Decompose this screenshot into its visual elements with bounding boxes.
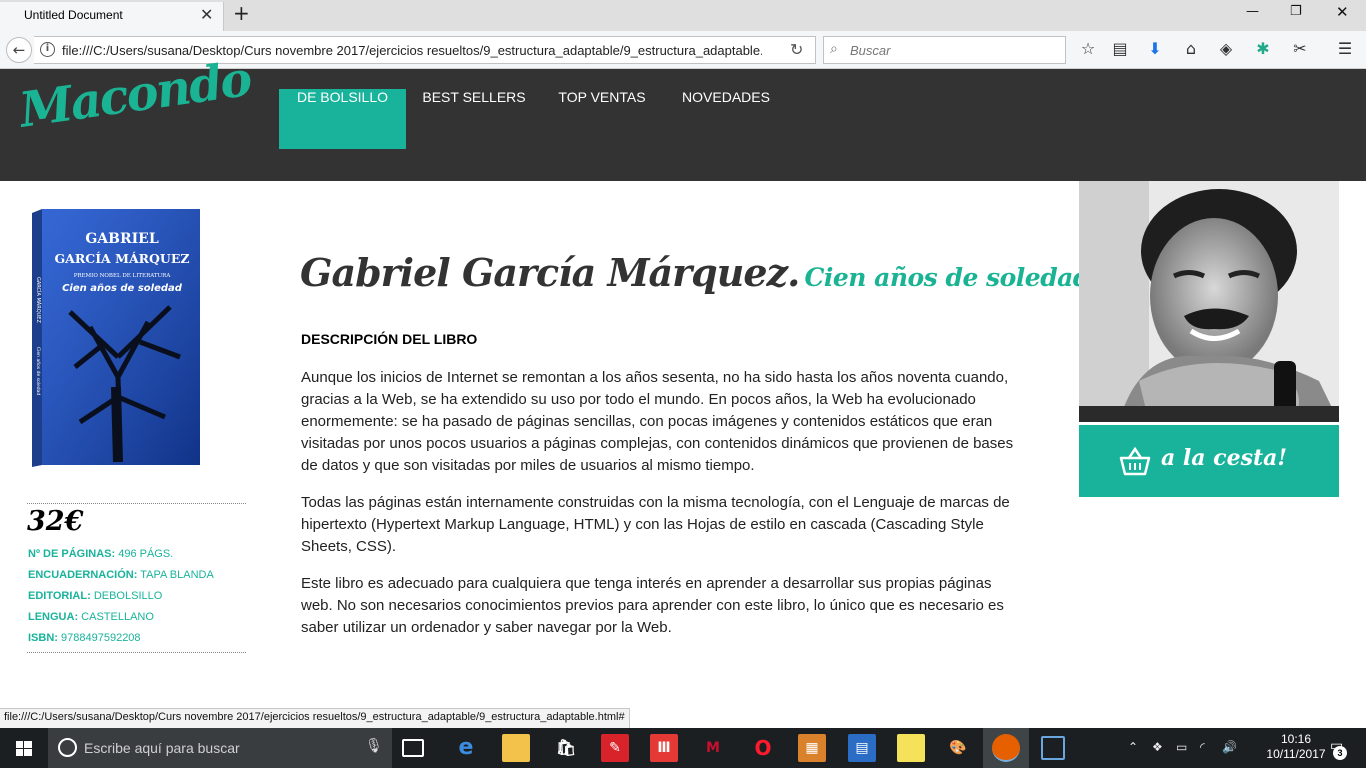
spec-binding-value: TAPA BLANDA: [140, 569, 214, 581]
show-hidden-icons[interactable]: ⌃: [1128, 740, 1138, 754]
app-icon-bars[interactable]: Ⅲ: [650, 734, 678, 762]
add-to-cart-button[interactable]: a la cesta!: [1079, 425, 1339, 497]
add-to-cart-label: a la cesta!: [1161, 445, 1288, 471]
spec-isbn: ISBN: 9788497592208: [28, 632, 141, 644]
notification-badge: 3: [1333, 746, 1347, 760]
basket-icon: [1119, 446, 1151, 476]
browser-tab[interactable]: Untitled Document ✕: [0, 2, 224, 31]
nav-item-best-sellers[interactable]: BEST SELLERS: [412, 89, 536, 149]
wifi-icon[interactable]: ◜: [1200, 740, 1205, 754]
author-photo: [1079, 181, 1339, 422]
price-divider-top: [27, 503, 246, 504]
document-app-icon[interactable]: ▦: [798, 734, 826, 762]
cover-author-line1: GABRIEL: [85, 231, 159, 247]
store-icon[interactable]: 🛍: [552, 734, 580, 762]
spec-pages: Nº DE PÁGINAS: 496 PÁGS.: [28, 548, 173, 560]
mcafee-icon[interactable]: M: [699, 734, 727, 762]
heading-author: Gabriel García Márquez.: [300, 250, 800, 295]
clock-time: 10:16: [1280, 732, 1312, 746]
nav-item-top-ventas[interactable]: TOP VENTAS: [540, 89, 664, 149]
spine-author: GARCÍA MÁRQUEZ: [35, 277, 42, 323]
description-heading: DESCRIPCIÓN DEL LIBRO: [301, 331, 478, 347]
extension-icon[interactable]: ✱: [1253, 39, 1273, 58]
menu-icon[interactable]: ☰: [1335, 39, 1355, 58]
address-bar[interactable]: i file:///C:/Users/susana/Desktop/Curs n…: [34, 36, 816, 64]
description-paragraph-2: Todas las páginas están internamente con…: [301, 494, 1010, 555]
app-icon-red[interactable]: ✎: [601, 734, 629, 762]
spec-isbn-label: ISBN:: [28, 632, 58, 644]
bookmark-star-icon[interactable]: ☆: [1078, 39, 1098, 58]
tab-close-icon[interactable]: ✕: [200, 5, 213, 24]
new-tab-button[interactable]: +: [233, 1, 250, 25]
description-paragraph-1: Aunque los inicios de Internet se remont…: [301, 369, 1014, 474]
download-icon[interactable]: ⬇: [1145, 39, 1165, 58]
dropbox-icon[interactable]: ❖: [1152, 740, 1163, 754]
pocket-icon[interactable]: ◈: [1216, 39, 1236, 58]
taskbar-search-box[interactable]: Escribe aquí para buscar 🎙: [48, 728, 392, 768]
site-header: Macondo DE BOLSILLO BEST SELLERS TOP VEN…: [0, 51, 1366, 181]
search-box[interactable]: ⌕: [823, 36, 1066, 64]
screenshot-icon[interactable]: ✂: [1290, 39, 1310, 58]
spec-binding: ENCUADERNACIÓN: TAPA BLANDA: [28, 569, 214, 581]
back-button[interactable]: ←: [6, 37, 32, 63]
spec-isbn-value: 9788497592208: [61, 632, 141, 644]
book-price: 32€: [27, 506, 84, 537]
tab-title: Untitled Document: [24, 8, 123, 22]
spec-publisher-value: DEBOLSILLO: [93, 590, 163, 602]
battery-icon[interactable]: ▭: [1176, 740, 1187, 754]
spec-language-label: LENGUA:: [28, 611, 79, 623]
spec-pages-label: Nº DE PÁGINAS:: [28, 548, 116, 560]
spec-publisher-label: EDITORIAL:: [28, 590, 91, 602]
firefox-icon[interactable]: [992, 734, 1020, 762]
paint-icon[interactable]: 🎨: [944, 734, 972, 762]
system-clock[interactable]: 10:16 10/11/2017: [1266, 732, 1326, 762]
cover-author-line2: GARCÍA MÁRQUEZ: [55, 251, 190, 266]
opera-icon[interactable]: O: [749, 734, 777, 762]
status-bar-url: file:///C:/Users/susana/Desktop/Curs nov…: [0, 708, 630, 728]
app-window-icon[interactable]: [1041, 736, 1065, 760]
tab-strip: Untitled Document ✕ + — ❐ ✕: [0, 0, 1366, 31]
file-explorer-icon[interactable]: [502, 734, 530, 762]
nav-item-novedades[interactable]: NOVEDADES: [666, 89, 786, 149]
windows-taskbar: Escribe aquí para buscar 🎙 e 🛍 ✎ Ⅲ M O ▦…: [0, 728, 1366, 768]
volume-icon[interactable]: 🔊: [1222, 740, 1237, 754]
minimize-button[interactable]: —: [1246, 4, 1259, 19]
search-icon: ⌕: [830, 41, 838, 57]
taskbar-search-placeholder: Escribe aquí para buscar: [84, 740, 240, 756]
spec-publisher: EDITORIAL: DEBOLSILLO: [28, 590, 162, 602]
clock-date: 10/11/2017: [1266, 747, 1326, 761]
cover-title: Cien años de soledad: [62, 283, 183, 294]
description-paragraph-3: Este libro es adecuado para cualquiera q…: [301, 575, 1004, 636]
heading-title: Cien años de soledad.: [804, 263, 1099, 292]
spec-binding-label: ENCUADERNACIÓN:: [28, 569, 138, 581]
windows-start-icon[interactable]: [0, 728, 48, 768]
cortana-icon: [58, 738, 77, 757]
nav-item-de-bolsillo[interactable]: DE BOLSILLO: [279, 89, 406, 149]
info-icon[interactable]: i: [40, 42, 55, 57]
home-icon[interactable]: ⌂: [1181, 39, 1201, 58]
edge-icon[interactable]: e: [452, 734, 480, 762]
spec-pages-value: 496 PÁGS.: [118, 548, 174, 560]
price-divider-bottom: [27, 652, 246, 653]
sticky-notes-icon[interactable]: [897, 734, 925, 762]
close-window-button[interactable]: ✕: [1336, 3, 1349, 21]
word-icon[interactable]: ▤: [848, 734, 876, 762]
reading-list-icon[interactable]: ▤: [1110, 39, 1130, 58]
maximize-button[interactable]: ❐: [1290, 4, 1302, 19]
spec-language-value: CASTELLANO: [81, 611, 154, 623]
book-cover-image: GABRIEL GARCÍA MÁRQUEZ PREMIO NOBEL DE L…: [30, 207, 202, 469]
search-input[interactable]: [850, 39, 1060, 61]
url-text[interactable]: file:///C:/Users/susana/Desktop/Curs nov…: [62, 43, 762, 58]
microphone-icon[interactable]: 🎙: [365, 738, 383, 754]
spine-title: Cien años de soledad: [35, 347, 41, 395]
reload-icon[interactable]: ↻: [790, 40, 803, 59]
cover-award: PREMIO NOBEL DE LITERATURA: [74, 273, 172, 279]
spec-language: LENGUA: CASTELLANO: [28, 611, 154, 623]
book-heading: Gabriel García Márquez. Cien años de sol…: [300, 250, 1099, 295]
task-view-icon[interactable]: [402, 739, 424, 757]
